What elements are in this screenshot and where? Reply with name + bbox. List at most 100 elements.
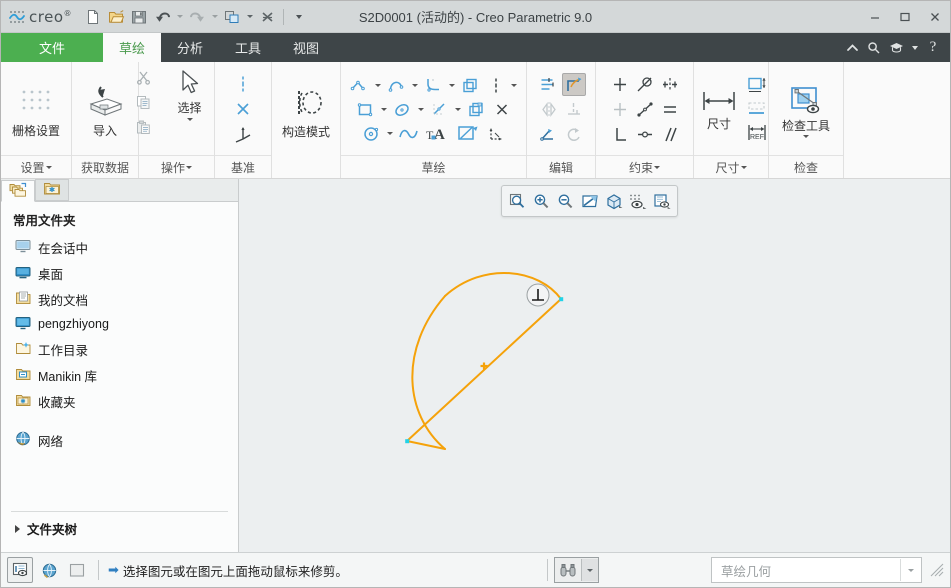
vertical-constraint-icon[interactable] <box>608 73 632 96</box>
graphics-canvas[interactable] <box>239 179 950 552</box>
globe-icon[interactable] <box>37 558 61 582</box>
arc-dropdown-icon[interactable] <box>410 74 421 97</box>
fillet-dropdown-icon[interactable] <box>447 74 458 97</box>
collapse-ribbon-icon[interactable] <box>842 37 862 59</box>
nav-item-favorites[interactable]: 收藏夹 <box>1 388 238 414</box>
line-icon[interactable] <box>348 74 372 97</box>
sketch-drawing[interactable] <box>239 179 950 535</box>
undo-icon[interactable] <box>151 6 173 28</box>
centerline-icon[interactable] <box>231 72 255 95</box>
divide-icon[interactable] <box>562 98 586 121</box>
nav-item-my-documents[interactable]: 我的文档 <box>1 286 238 312</box>
model-display-icon[interactable] <box>7 557 33 583</box>
perimeter-dimension-icon[interactable] <box>745 73 769 96</box>
modify-icon[interactable] <box>537 73 561 96</box>
new-file-icon[interactable] <box>82 6 104 28</box>
arc-icon[interactable] <box>385 74 409 97</box>
circle-dropdown-icon[interactable] <box>385 122 396 145</box>
maximize-button[interactable] <box>890 1 920 32</box>
coordinate-system-icon[interactable] <box>231 122 255 145</box>
rectangle-dropdown-icon[interactable] <box>379 98 390 121</box>
cut-icon[interactable] <box>132 66 156 89</box>
select-button[interactable]: 选择 <box>158 66 222 123</box>
close-button[interactable] <box>920 1 950 32</box>
binoculars-icon[interactable] <box>555 559 581 581</box>
offset-icon[interactable] <box>459 74 483 97</box>
copy-icon[interactable] <box>132 91 156 114</box>
rotate-resize-icon[interactable] <box>562 123 586 146</box>
search-dropdown-icon[interactable] <box>581 559 598 581</box>
coord-sys-sketch-icon[interactable] <box>484 122 508 145</box>
chamfer-icon[interactable] <box>428 98 452 121</box>
symmetric-constraint-icon[interactable] <box>658 73 682 96</box>
selection-filter-combobox[interactable]: 草绘几何 <box>711 557 922 583</box>
perpendicular-constraint-icon[interactable] <box>608 123 632 146</box>
folder-tree-toggle[interactable]: 文件夹树 <box>11 519 228 538</box>
nav-item-in-session[interactable]: 在会话中 <box>1 234 238 260</box>
import-button[interactable]: 导入 <box>73 77 137 140</box>
inspect-dropdown-icon[interactable] <box>802 134 809 138</box>
rectangle-icon[interactable] <box>354 98 378 121</box>
nav-item-working-directory[interactable]: 工作目录 <box>1 336 238 362</box>
undo-dropdown-icon[interactable] <box>174 6 185 28</box>
nav-item-desktop[interactable]: 桌面 <box>1 260 238 286</box>
mirror-icon[interactable] <box>537 98 561 121</box>
tab-analysis[interactable]: 分析 <box>161 33 219 62</box>
paste-icon[interactable] <box>132 116 156 139</box>
open-file-icon[interactable] <box>105 6 127 28</box>
tab-file[interactable]: 文件 <box>1 33 103 62</box>
dimension-button[interactable]: 尺寸 <box>693 84 745 133</box>
help-icon[interactable]: ? <box>923 37 943 59</box>
nav-item-user-folder[interactable]: pengzhiyong <box>1 312 238 336</box>
chamfer-dropdown-icon[interactable] <box>453 98 464 121</box>
tab-view[interactable]: 视图 <box>277 33 335 62</box>
learning-icon[interactable] <box>886 37 906 59</box>
resize-grip[interactable] <box>930 563 944 577</box>
select-dropdown-icon[interactable] <box>186 118 193 121</box>
centerline-sketch-icon[interactable] <box>484 74 508 97</box>
ribbon-group-label-dimension[interactable]: 尺寸 <box>694 155 768 178</box>
reference-dimension-icon[interactable]: REF <box>745 121 769 144</box>
ribbon-group-label-constraints[interactable]: 约束 <box>596 155 693 178</box>
tangent-constraint-icon[interactable] <box>633 73 657 96</box>
nav-item-network[interactable]: 网络 <box>1 427 238 453</box>
coincident-constraint-icon[interactable] <box>633 123 657 146</box>
corner-icon[interactable] <box>537 123 561 146</box>
model-tree-tab[interactable] <box>1 180 35 202</box>
baseline-dimension-icon[interactable] <box>745 97 769 120</box>
palette-icon[interactable] <box>453 122 483 145</box>
minimize-button[interactable] <box>860 1 890 32</box>
horizontal-constraint-icon[interactable] <box>608 98 632 121</box>
tab-tools[interactable]: 工具 <box>219 33 277 62</box>
tab-sketch[interactable]: 草绘 <box>103 33 162 62</box>
learning-dropdown-icon[interactable] <box>908 37 921 59</box>
save-icon[interactable] <box>128 6 150 28</box>
thicken-icon[interactable] <box>465 98 489 121</box>
circle-icon[interactable] <box>360 122 384 145</box>
ellipse-dropdown-icon[interactable] <box>416 98 427 121</box>
grid-settings-button[interactable]: 栅格设置 <box>4 77 68 140</box>
qat-customize-icon[interactable] <box>289 6 309 28</box>
text-icon[interactable]: TA <box>422 122 452 145</box>
equal-constraint-icon[interactable] <box>658 98 682 121</box>
point-icon[interactable] <box>490 98 514 121</box>
line-dropdown-icon[interactable] <box>373 74 384 97</box>
fillet-icon[interactable] <box>422 74 446 97</box>
ribbon-group-label-operations[interactable]: 操作 <box>139 155 214 178</box>
favorites-tab[interactable] <box>35 179 69 201</box>
spline-icon[interactable] <box>397 122 421 145</box>
centerline-dropdown-icon[interactable] <box>509 74 520 97</box>
close-window-icon[interactable] <box>256 6 278 28</box>
redo-dropdown-icon[interactable] <box>209 6 220 28</box>
regenerate-icon[interactable] <box>221 6 243 28</box>
ellipse-icon[interactable] <box>391 98 415 121</box>
trim-icon[interactable] <box>561 73 586 96</box>
inspect-tool-button[interactable]: 检查工具 <box>774 78 838 140</box>
datum-point-icon[interactable] <box>231 97 255 120</box>
ribbon-group-label-settings[interactable]: 设置 <box>1 155 71 178</box>
parallel-constraint-icon[interactable] <box>658 123 682 146</box>
midpoint-constraint-icon[interactable] <box>633 98 657 121</box>
nav-item-manikin-library[interactable]: Manikin 库 <box>1 362 238 388</box>
redo-icon[interactable] <box>186 6 208 28</box>
construction-mode-button[interactable]: 构造模式 <box>274 78 338 141</box>
